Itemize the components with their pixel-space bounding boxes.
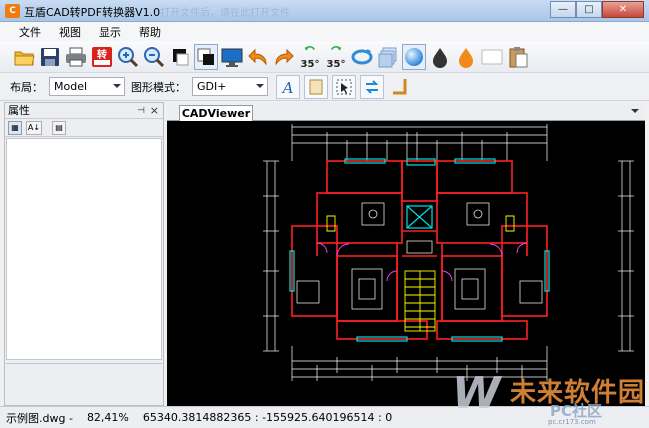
menu-view[interactable]: 视图 bbox=[50, 24, 90, 40]
convert-label: 转 bbox=[97, 48, 107, 61]
window-controls: — □ ✕ bbox=[550, 1, 644, 19]
status-filename: 示例图.dwg - bbox=[6, 411, 73, 425]
save-icon[interactable] bbox=[38, 44, 62, 70]
zoom-in-icon[interactable] bbox=[116, 44, 140, 70]
layout-label: 布局： bbox=[10, 80, 43, 94]
menu-file[interactable]: 文件 bbox=[10, 24, 50, 40]
zoom-out-icon[interactable] bbox=[142, 44, 166, 70]
rotate-right-label: 35° bbox=[326, 58, 346, 70]
app-logo-icon: C bbox=[5, 4, 20, 18]
menu-bar: 文件 视图 显示 帮助 bbox=[0, 22, 649, 41]
tab-cadviewer[interactable]: CADViewer bbox=[179, 105, 253, 122]
svg-text:.: . bbox=[362, 175, 363, 180]
open-folder-icon[interactable] bbox=[12, 44, 36, 70]
menu-display[interactable]: 显示 bbox=[90, 24, 130, 40]
property-description bbox=[6, 363, 162, 403]
cursor-select-icon[interactable] bbox=[332, 74, 356, 99]
watermark-url: pc.cr173.com bbox=[548, 418, 596, 426]
text-font-icon[interactable]: A bbox=[276, 74, 300, 99]
render-mode-value: GDI+ bbox=[197, 80, 227, 93]
title-ghost-text: 打开文件后，请在此打开文件 bbox=[160, 8, 290, 19]
rotate-left-35-icon[interactable]: 35° bbox=[298, 44, 322, 70]
print-icon[interactable] bbox=[64, 44, 88, 70]
white-rect-icon[interactable] bbox=[480, 44, 504, 70]
svg-text:.: . bbox=[472, 175, 473, 180]
monitor-icon[interactable] bbox=[220, 44, 244, 70]
cad-drawing[interactable]: . . bbox=[167, 121, 645, 406]
stairs bbox=[326, 215, 515, 332]
panel-close-icon[interactable]: × bbox=[150, 103, 159, 118]
chevron-down-icon bbox=[113, 84, 121, 88]
categorized-icon[interactable]: ▦ bbox=[8, 120, 22, 135]
minimize-button[interactable]: — bbox=[550, 1, 576, 18]
status-coordinates: 65340.3814882365 : -155925.640196514 : 0 bbox=[142, 411, 393, 424]
properties-panel: 属性 ⊣ × ▦ A↓ ▤ bbox=[4, 102, 164, 406]
walls bbox=[291, 160, 548, 340]
doors bbox=[316, 242, 528, 282]
close-button[interactable]: ✕ bbox=[602, 1, 644, 18]
property-grid[interactable] bbox=[6, 138, 162, 360]
sphere-icon[interactable] bbox=[402, 43, 426, 70]
menu-help[interactable]: 帮助 bbox=[130, 24, 170, 40]
properties-panel-header: 属性 ⊣ × bbox=[5, 103, 163, 119]
maximize-button[interactable]: □ bbox=[576, 1, 602, 18]
windows bbox=[289, 158, 550, 342]
document-tab-bar: CADViewer bbox=[167, 103, 645, 122]
undo-icon[interactable] bbox=[246, 44, 270, 70]
render-mode-label: 图形模式： bbox=[131, 80, 186, 94]
room-labels: . . bbox=[362, 175, 473, 180]
swap-icon[interactable] bbox=[360, 74, 384, 99]
rotate-right-35-icon[interactable]: 35° bbox=[324, 44, 348, 70]
black-white-icon[interactable] bbox=[168, 44, 192, 70]
layout-select[interactable]: Model bbox=[49, 77, 125, 96]
layers-icon[interactable] bbox=[376, 44, 400, 70]
sort-alpha-icon[interactable]: A↓ bbox=[26, 120, 42, 135]
chevron-down-icon bbox=[256, 84, 264, 88]
rotate-icon[interactable] bbox=[350, 44, 374, 70]
window-title: 互盾CAD转PDF转换器V1.0 bbox=[24, 6, 161, 19]
property-pages-icon[interactable]: ▤ bbox=[52, 120, 66, 135]
chevron-down-icon[interactable] bbox=[631, 109, 639, 113]
main-toolbar: 转 35° 35° bbox=[0, 41, 649, 73]
watermark-w: W bbox=[452, 368, 501, 419]
orange-drop-icon[interactable] bbox=[454, 44, 478, 70]
properties-title: 属性 bbox=[8, 104, 30, 117]
layout-select-value: Model bbox=[54, 80, 88, 93]
rotate-left-label: 35° bbox=[300, 58, 320, 70]
svg-text:A: A bbox=[281, 79, 294, 96]
title-bar: C 互盾CAD转PDF转换器V1.0 打开文件后，请在此打开文件 — □ ✕ bbox=[0, 0, 649, 22]
corner-line-icon[interactable] bbox=[388, 75, 412, 99]
page-icon[interactable] bbox=[304, 74, 328, 99]
top-dimensions bbox=[291, 124, 548, 161]
status-zoom: 82,41% bbox=[86, 411, 129, 424]
secondary-toolbar: 布局： Model 图形模式： GDI+ A bbox=[0, 73, 649, 101]
convert-pdf-icon[interactable]: 转 bbox=[90, 44, 114, 70]
pin-icon[interactable]: ⊣ bbox=[137, 104, 145, 119]
clipboard-icon[interactable] bbox=[506, 44, 530, 70]
invert-color-icon[interactable] bbox=[194, 43, 218, 70]
render-mode-select[interactable]: GDI+ bbox=[192, 77, 268, 96]
watermark-logo: W 未来软件园 PC社区 pc.cr173.com bbox=[452, 368, 647, 426]
black-drop-icon[interactable] bbox=[428, 44, 452, 70]
cad-viewport[interactable]: . . bbox=[167, 121, 645, 406]
redo-icon[interactable] bbox=[272, 44, 296, 70]
properties-toolbar: ▦ A↓ ▤ bbox=[5, 119, 163, 137]
